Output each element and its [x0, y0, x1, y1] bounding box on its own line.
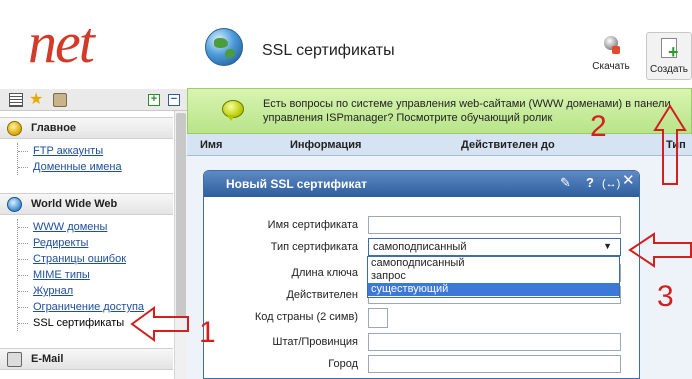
- field-label: Штат/Провинция: [272, 336, 358, 348]
- annotation-number-2: 2: [590, 110, 607, 143]
- sidebar-toolbar: ★ + −: [0, 89, 187, 111]
- sidebar-tree-main: FTP аккаунты Доменные имена: [17, 143, 172, 175]
- create-button[interactable]: Создать: [646, 32, 692, 80]
- sidebar-item-label[interactable]: FTP аккаунты: [33, 145, 103, 157]
- help-icon[interactable]: ?: [586, 175, 594, 191]
- form-row-type: Тип сертификата самоподписанный ▼: [204, 238, 639, 258]
- sidebar-group-www[interactable]: World Wide Web: [0, 193, 173, 215]
- dropdown-option[interactable]: самоподписанный: [368, 257, 619, 270]
- briefcase-icon[interactable]: [53, 93, 67, 107]
- state-input[interactable]: [368, 333, 621, 351]
- resize-icon[interactable]: (↔): [602, 176, 620, 192]
- globe-icon: [205, 28, 243, 66]
- download-button[interactable]: Скачать: [589, 34, 633, 78]
- logo: net: [28, 8, 178, 78]
- sidebar-item-label[interactable]: Редиректы: [33, 237, 88, 249]
- sidebar-item-error-pages[interactable]: Страницы ошибок: [18, 251, 172, 267]
- annotation-arrow-left-3: [628, 232, 692, 268]
- city-input[interactable]: [368, 355, 621, 373]
- sidebar-group-email[interactable]: E-Mail: [0, 348, 173, 370]
- sidebar-item-redirects[interactable]: Редиректы: [18, 235, 172, 251]
- field-label: Код страны (2 симв): [254, 311, 358, 323]
- sidebar-group-label: Главное: [31, 122, 77, 134]
- dropdown-arrow-icon[interactable]: ▼: [603, 241, 612, 251]
- sidebar-item-label[interactable]: SSL сертификаты: [33, 317, 124, 329]
- column-header-name[interactable]: Имя: [200, 139, 222, 151]
- field-label: Длина ключа: [291, 267, 358, 279]
- form-row-country: Код страны (2 симв): [204, 308, 639, 328]
- create-icon: [658, 37, 680, 61]
- select-value: самоподписанный: [373, 241, 467, 253]
- column-header-info[interactable]: Информация: [290, 139, 361, 151]
- dialog-title-bar[interactable]: Новый SSL сертификат ✎ ? (↔) ✕: [204, 171, 639, 197]
- collapse-all-icon[interactable]: −: [168, 94, 180, 106]
- annotation-number-1: 1: [199, 316, 216, 349]
- form-row-name: Имя сертификата: [204, 216, 639, 236]
- dropdown-option[interactable]: запрос: [368, 270, 619, 283]
- create-label: Создать: [649, 64, 688, 75]
- field-label: Тип сертификата: [270, 241, 358, 253]
- sidebar-item-label[interactable]: Журнал: [33, 285, 73, 297]
- www-icon: [7, 197, 22, 212]
- form-row-city: Город: [204, 355, 639, 375]
- field-label: Город: [328, 358, 358, 370]
- column-header-valid[interactable]: Действителен до: [461, 139, 555, 151]
- form-row-state: Штат/Провинция: [204, 333, 639, 353]
- pin-icon[interactable]: ✎: [560, 175, 571, 191]
- annotation-arrow-left-1: [130, 306, 189, 342]
- mail-icon: [7, 352, 22, 367]
- cert-type-select[interactable]: самоподписанный ▼: [368, 238, 621, 256]
- sidebar-group-main[interactable]: Главное: [0, 117, 173, 139]
- sidebar-item-label[interactable]: Ограничение доступа: [33, 301, 144, 313]
- annotation-arrow-up-2: [653, 104, 687, 185]
- sidebar-item-www-domains[interactable]: WWW домены: [18, 219, 172, 235]
- info-banner[interactable]: Есть вопросы по системе управления web-с…: [187, 88, 692, 134]
- dropdown-option-selected[interactable]: существующий: [368, 283, 619, 296]
- expand-all-icon[interactable]: +: [148, 94, 160, 106]
- annotation-number-3: 3: [657, 280, 674, 313]
- field-label: Имя сертификата: [267, 219, 358, 231]
- sidebar-item-ftp[interactable]: FTP аккаунты: [18, 143, 172, 159]
- sidebar-item-label[interactable]: WWW домены: [33, 221, 107, 233]
- sidebar-item-label[interactable]: Страницы ошибок: [33, 253, 126, 265]
- chat-icon: [222, 100, 244, 121]
- sidebar-item-mime[interactable]: MIME типы: [18, 267, 172, 283]
- sidebar-group-label: World Wide Web: [31, 198, 118, 210]
- country-code-input[interactable]: [368, 308, 388, 328]
- home-icon: [7, 121, 22, 136]
- sidebar-item-label[interactable]: MIME типы: [33, 269, 90, 281]
- sidebar-group-label: E-Mail: [31, 353, 64, 365]
- banner-text[interactable]: Есть вопросы по системе управления web-с…: [263, 97, 688, 125]
- close-icon[interactable]: ✕: [622, 173, 635, 189]
- list-icon[interactable]: [9, 93, 23, 107]
- sidebar-item-domains[interactable]: Доменные имена: [18, 159, 172, 175]
- scrollbar-thumb[interactable]: [176, 113, 186, 318]
- sidebar-item-log[interactable]: Журнал: [18, 283, 172, 299]
- star-icon[interactable]: ★: [29, 92, 43, 108]
- dialog-title: Новый SSL сертификат: [226, 177, 367, 191]
- cert-name-input[interactable]: [368, 216, 621, 234]
- sidebar-item-label[interactable]: Доменные имена: [33, 161, 122, 173]
- logo-text: net: [28, 10, 95, 75]
- cert-type-dropdown: самоподписанный запрос существующий: [367, 256, 620, 298]
- download-icon: [600, 34, 622, 58]
- page-title: SSL сертификаты: [262, 42, 395, 59]
- field-label: Действителен: [286, 289, 358, 301]
- table-header: Имя Информация Действителен до Тип: [187, 134, 692, 156]
- download-label: Скачать: [592, 61, 630, 72]
